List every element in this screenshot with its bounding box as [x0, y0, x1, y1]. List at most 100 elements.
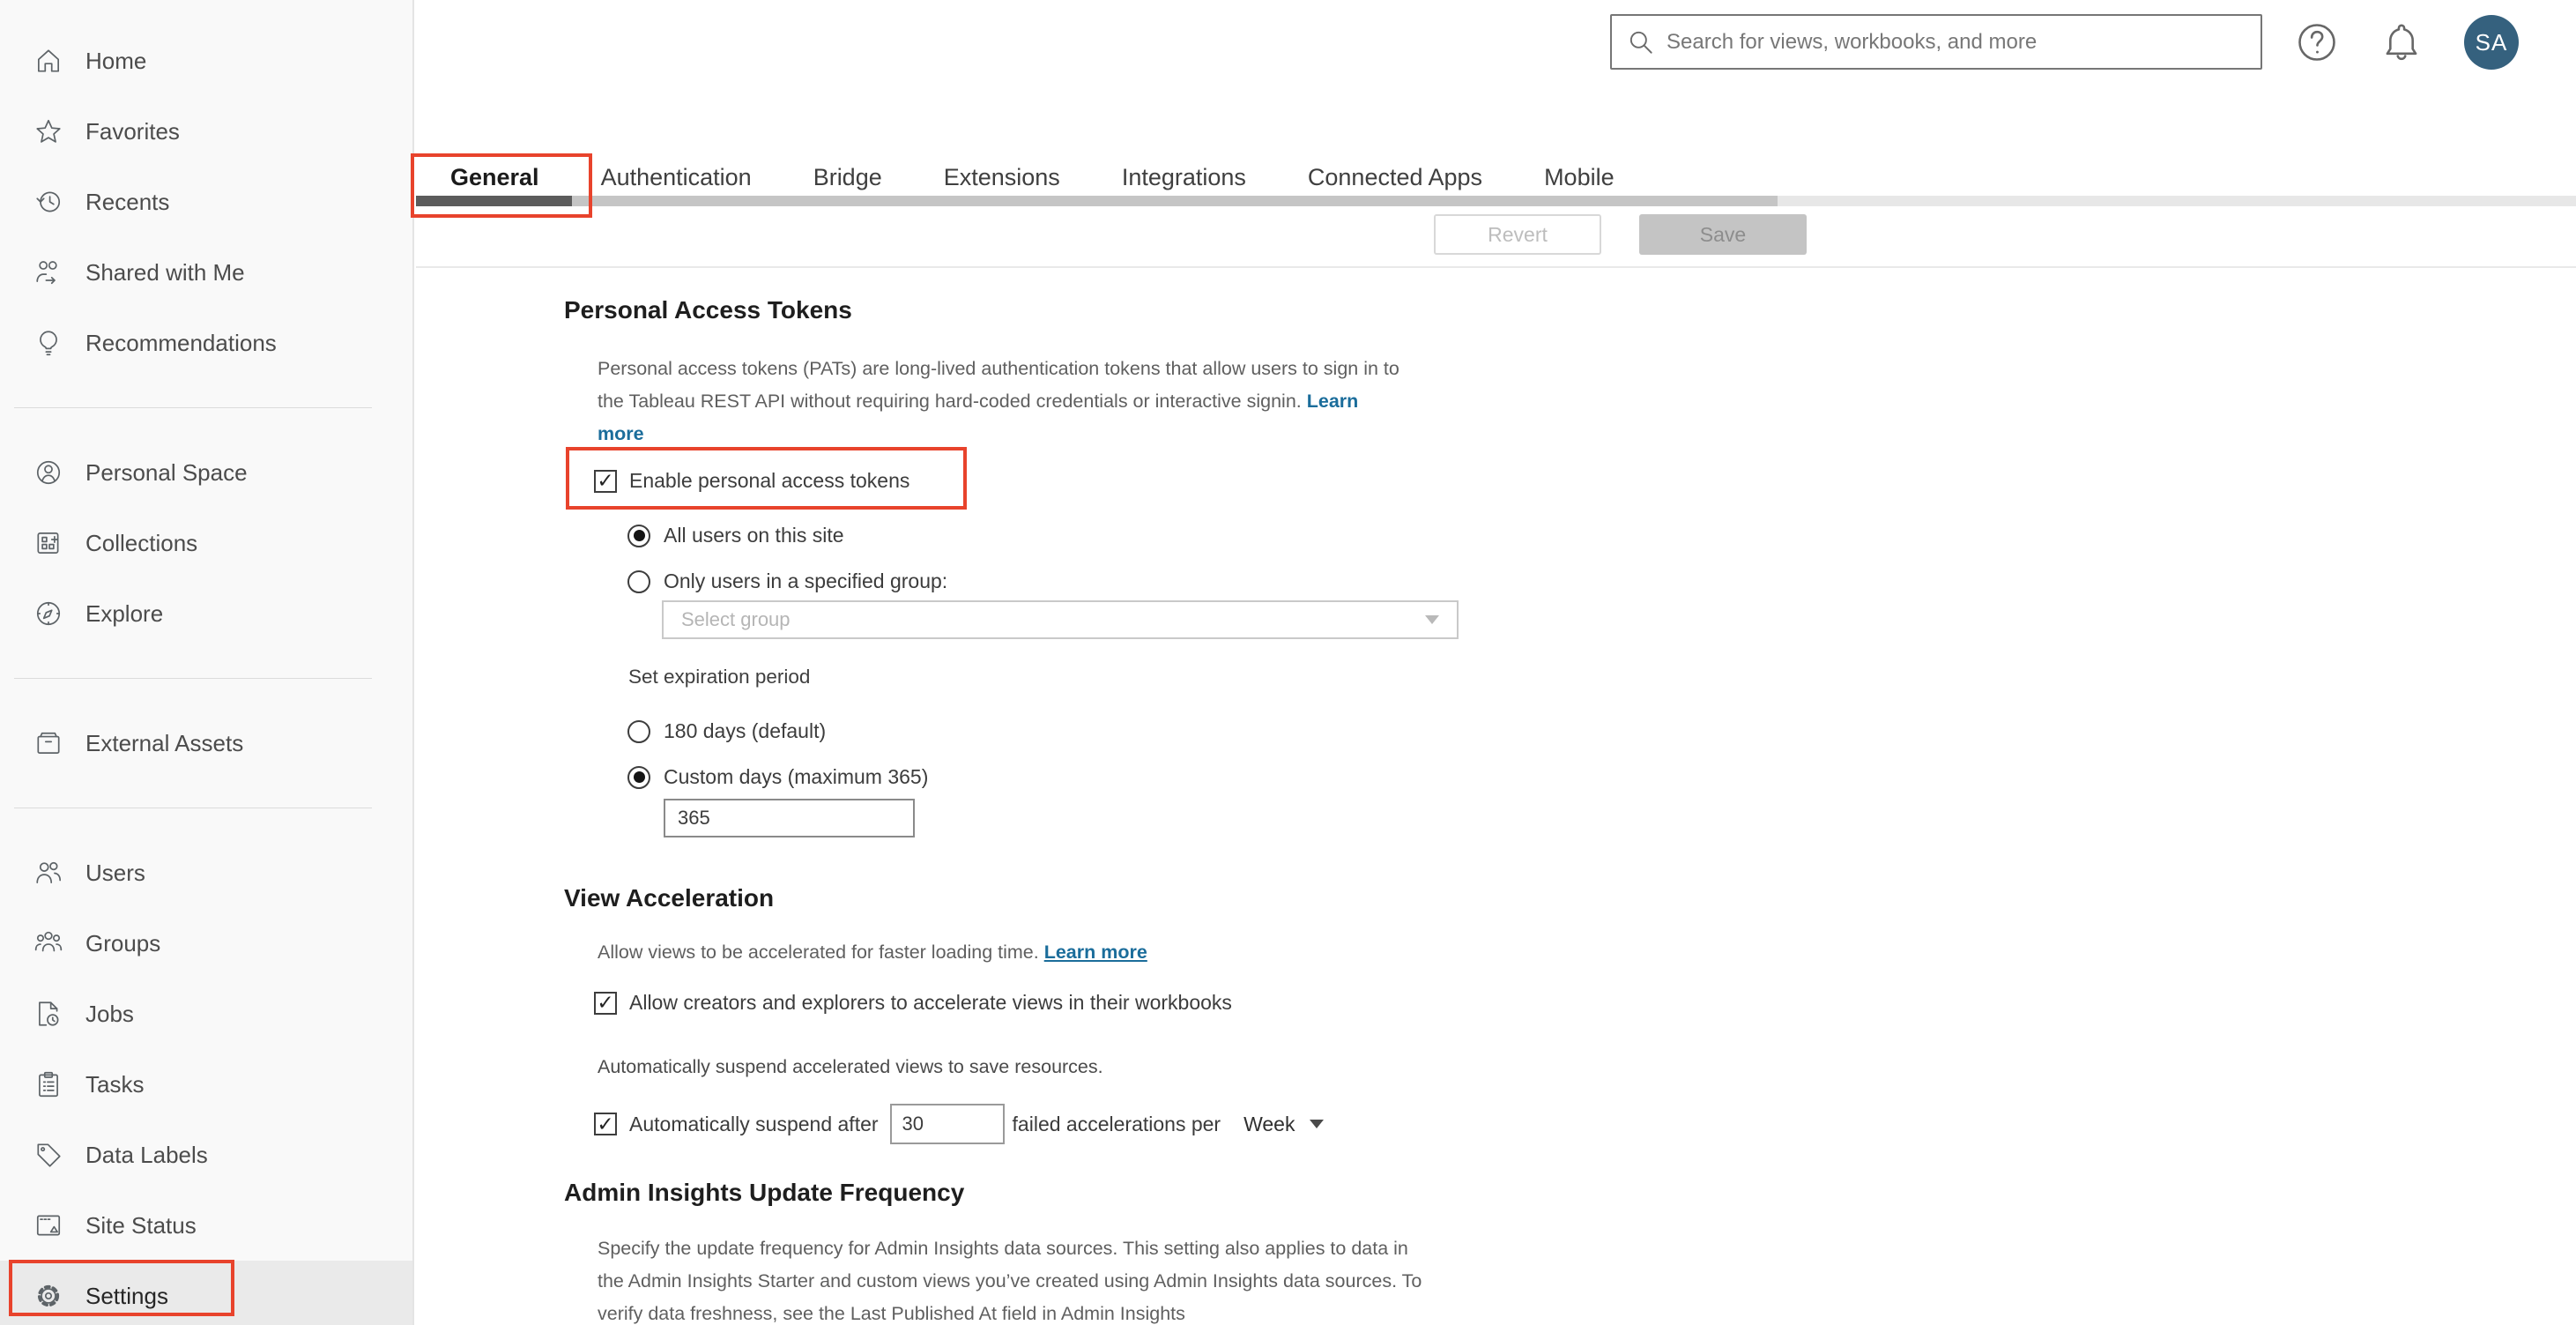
- auto-suspend-row: ✓ Automatically suspend after failed acc…: [594, 1104, 1325, 1144]
- suspend-intro: Automatically suspend accelerated views …: [598, 1056, 1103, 1077]
- days-180-radio[interactable]: [627, 719, 650, 743]
- tab-mobile[interactable]: Mobile: [1544, 164, 1615, 191]
- tab-connected-apps[interactable]: Connected Apps: [1308, 164, 1482, 191]
- select-group-dropdown[interactable]: Select group: [662, 600, 1459, 639]
- save-button[interactable]: Save: [1639, 214, 1807, 255]
- sidebar-item-explore[interactable]: Explore: [0, 578, 412, 649]
- sidebar-item-collections[interactable]: Collections: [0, 508, 412, 578]
- toolbar-divider: [416, 266, 2576, 268]
- specified-group-radio[interactable]: [627, 569, 650, 593]
- tab-authentication[interactable]: Authentication: [601, 164, 752, 191]
- custom-days-radio[interactable]: [627, 765, 650, 789]
- sidebar-divider: [14, 407, 372, 408]
- sidebar-item-groups[interactable]: Groups: [0, 908, 412, 979]
- view-acceleration-learn-more-link[interactable]: Learn more: [1044, 942, 1147, 963]
- view-acceleration-description: Allow views to be accelerated for faster…: [598, 942, 1147, 963]
- groups-icon: [33, 928, 63, 958]
- sidebar-item-label: Tasks: [85, 1070, 145, 1098]
- sidebar-item-label: Personal Space: [85, 458, 248, 486]
- auto-suspend-checkbox[interactable]: ✓: [594, 1113, 617, 1135]
- collections-icon: [33, 528, 63, 558]
- settings-tabs: General Authentication Bridge Extensions…: [450, 164, 1615, 191]
- all-users-label: All users on this site: [664, 524, 844, 547]
- sidebar-item-label: Explore: [85, 599, 164, 627]
- days-180-row: 180 days (default): [627, 719, 826, 743]
- sidebar-item-label: Shared with Me: [85, 258, 245, 286]
- enable-pat-row: ✓ Enable personal access tokens: [594, 469, 909, 493]
- users-icon: [33, 858, 63, 888]
- tab-scroll-thumb[interactable]: [416, 196, 1778, 206]
- search-input[interactable]: [1665, 28, 2260, 56]
- sidebar-item-site-status[interactable]: Site Status: [0, 1190, 412, 1261]
- sidebar-item-shared-with-me[interactable]: Shared with Me: [0, 237, 412, 308]
- sidebar-item-users[interactable]: Users: [0, 837, 412, 908]
- enable-pat-checkbox[interactable]: ✓: [594, 469, 617, 493]
- caret-down-icon: [1425, 615, 1439, 624]
- auto-suspend-label: Automatically suspend after: [629, 1112, 879, 1135]
- sidebar-item-label: External Assets: [85, 729, 244, 756]
- tab-bridge[interactable]: Bridge: [813, 164, 882, 191]
- help-button[interactable]: [2294, 19, 2340, 65]
- suspend-period-dropdown[interactable]: Week: [1243, 1112, 1325, 1136]
- home-icon: [33, 46, 63, 76]
- specified-group-row: Only users in a specified group:: [627, 569, 947, 593]
- pat-description: Personal access tokens (PATs) are long-l…: [598, 358, 1399, 444]
- sidebar-item-external-assets[interactable]: External Assets: [0, 708, 412, 778]
- tab-integrations[interactable]: Integrations: [1122, 164, 1246, 191]
- sidebar-item-label: Favorites: [85, 117, 180, 145]
- sidebar-item-home[interactable]: Home: [0, 26, 412, 96]
- tasks-icon: [33, 1069, 63, 1099]
- avatar[interactable]: SA: [2464, 15, 2519, 70]
- recents-icon: [33, 187, 63, 217]
- sidebar-item-data-labels[interactable]: Data Labels: [0, 1120, 412, 1190]
- sidebar-item-favorites[interactable]: Favorites: [0, 96, 412, 167]
- failed-accelerations-input[interactable]: [889, 1104, 1005, 1144]
- enable-pat-label: Enable personal access tokens: [629, 469, 910, 492]
- allow-acceleration-label: Allow creators and explorers to accelera…: [629, 991, 1232, 1014]
- bell-icon: [2386, 24, 2417, 61]
- view-acceleration-title: View Acceleration: [564, 884, 775, 912]
- active-tab-indicator: [416, 196, 572, 206]
- revert-button[interactable]: Revert: [1434, 214, 1601, 255]
- site-status-icon: [33, 1210, 63, 1240]
- allow-acceleration-row: ✓ Allow creators and explorers to accele…: [594, 991, 1232, 1015]
- specified-group-label: Only users in a specified group:: [664, 569, 948, 592]
- pat-section-title: Personal Access Tokens: [564, 296, 852, 324]
- all-users-row: All users on this site: [627, 524, 844, 547]
- sidebar-item-label: Data Labels: [85, 1141, 208, 1168]
- data-labels-icon: [33, 1140, 63, 1170]
- caret-down-icon: [1310, 1120, 1325, 1128]
- custom-days-input[interactable]: [664, 799, 915, 837]
- sidebar-item-recents[interactable]: Recents: [0, 167, 412, 237]
- shared-with-me-icon: [33, 257, 63, 287]
- tab-general[interactable]: General: [450, 164, 539, 191]
- jobs-icon: [33, 999, 63, 1029]
- custom-days-label: Custom days (maximum 365): [664, 765, 929, 788]
- notifications-button[interactable]: [2379, 19, 2424, 65]
- main-area: SA General Authentication Bridge Extensi…: [411, 0, 2576, 1325]
- settings-icon: [33, 1281, 63, 1311]
- sidebar-item-settings[interactable]: Settings: [0, 1261, 412, 1325]
- all-users-radio[interactable]: [627, 524, 650, 547]
- expiration-period-label: Set expiration period: [628, 666, 811, 688]
- sidebar: Home Favorites Recents Shared with Me Re…: [0, 0, 414, 1325]
- sidebar-item-label: Recommendations: [85, 329, 277, 356]
- personal-space-icon: [33, 458, 63, 488]
- admin-insights-title: Admin Insights Update Frequency: [564, 1179, 965, 1206]
- allow-acceleration-checkbox[interactable]: ✓: [594, 991, 617, 1015]
- sidebar-item-personal-space[interactable]: Personal Space: [0, 437, 412, 508]
- select-group-placeholder: Select group: [681, 608, 791, 630]
- sidebar-item-label: Collections: [85, 529, 198, 556]
- suspend-period-value: Week: [1243, 1112, 1295, 1135]
- sidebar-item-recommendations[interactable]: Recommendations: [0, 308, 412, 378]
- help-icon: [2298, 24, 2335, 61]
- sidebar-item-jobs[interactable]: Jobs: [0, 979, 412, 1049]
- tableau-settings-page: Home Favorites Recents Shared with Me Re…: [0, 0, 2576, 1325]
- admin-insights-description: Specify the update frequency for Admin I…: [598, 1238, 1422, 1324]
- recommendations-icon: [33, 328, 63, 358]
- sidebar-item-label: Recents: [85, 188, 170, 215]
- tab-extensions[interactable]: Extensions: [944, 164, 1060, 191]
- sidebar-item-tasks[interactable]: Tasks: [0, 1049, 412, 1120]
- explore-icon: [33, 599, 63, 629]
- sidebar-item-label: Groups: [85, 929, 161, 957]
